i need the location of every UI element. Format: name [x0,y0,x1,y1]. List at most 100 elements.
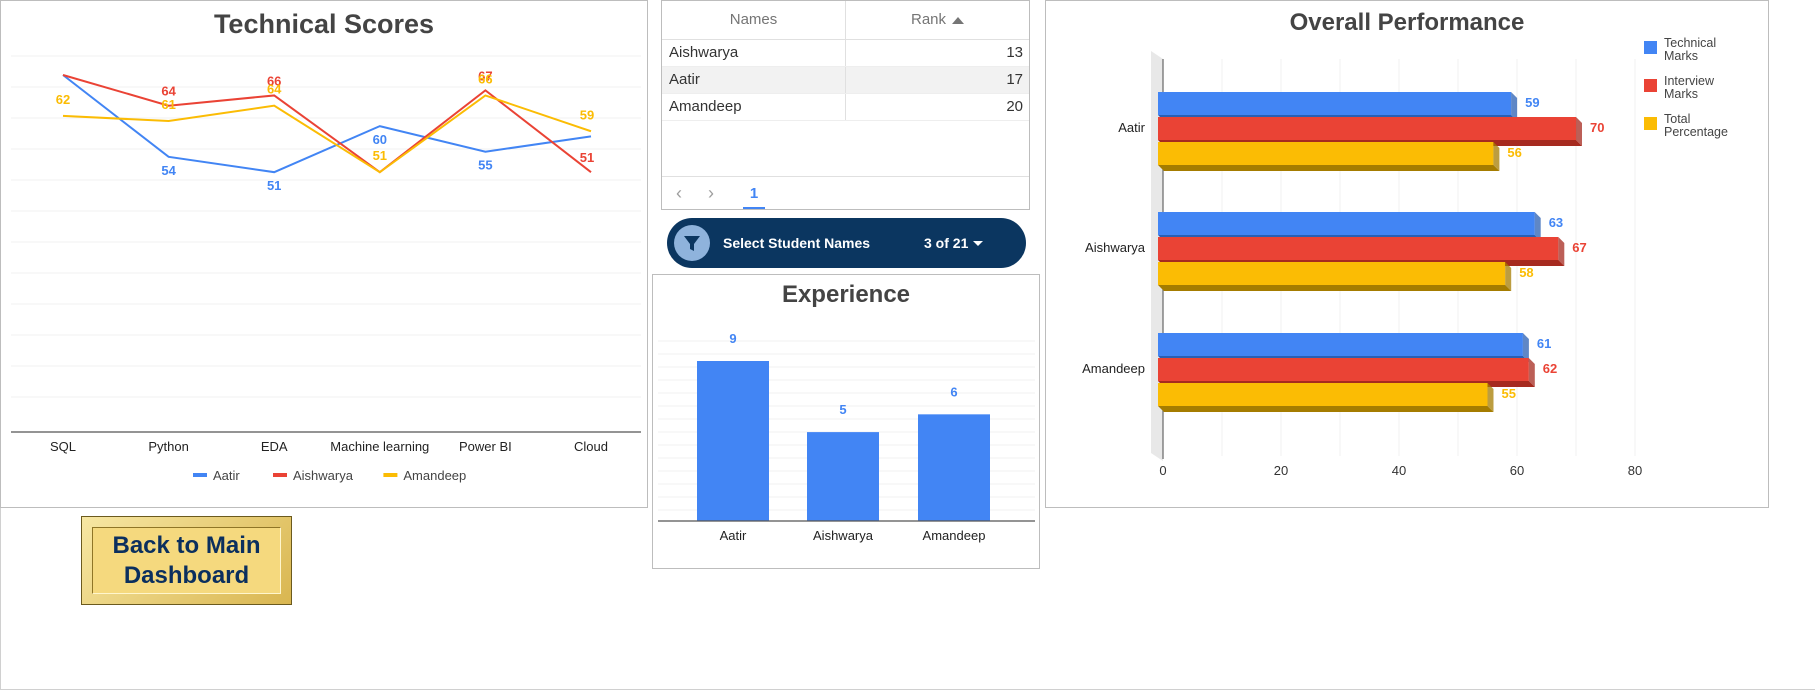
data-label: 64 [267,82,282,97]
y-category-label: Aishwarya [1085,240,1146,255]
current-page-number[interactable]: 1 [743,185,765,209]
back-button-label-line1: Back to Main [112,531,261,559]
x-tick-label: Power BI [459,439,512,454]
legend-swatch-amandeep [383,473,398,477]
chevron-left-icon[interactable]: ‹ [676,183,682,204]
filter-label: Select Student Names [723,235,871,251]
x-tick-label: 0 [1159,463,1166,478]
table-row[interactable]: Aatir 17 [662,66,1029,94]
legend-label-line: Technical [1664,36,1716,50]
legend-label-line: Total [1664,112,1690,126]
x-tick-label: Amandeep [923,528,986,543]
technical-scores-svg: SQL Python EDA Machine learning Power BI Clou… [11,55,641,483]
cell-name: Aishwarya [662,39,846,67]
experience-chart: Experience 9 Aatir 5 Aishwarya 6 Amandeep [652,274,1040,569]
back-button-label: Back to Main Dashboard [112,531,260,591]
legend-label: Amandeep [403,468,466,483]
x-tick-label: 40 [1392,463,1406,478]
data-label: 62 [56,92,70,107]
experience-bar [918,414,990,521]
legend-swatch-aatir [193,473,207,477]
legend-label: Aatir [213,468,240,483]
dropdown-caret-icon [973,241,983,246]
x-tick-label: Aishwarya [813,528,874,543]
overall-performance-chart: Overall Performance 0 20 40 60 80 Aatir 59 70 56… [1045,0,1769,508]
data-label: 59 [580,107,594,122]
bar-technical-marks [1158,333,1523,356]
student-names-filter[interactable]: Select Student Names 3 of 21 [667,218,1026,268]
column-header-rank[interactable]: Rank [845,1,1029,40]
back-to-main-dashboard-button[interactable]: Back to Main Dashboard [81,516,292,605]
column-header-names[interactable]: Names [662,1,846,40]
experience-bar [807,432,879,521]
legend-swatch [1644,117,1657,130]
legend-swatch-aishwarya [273,473,287,477]
bar-value-label: 6 [950,384,957,399]
x-tick-label: EDA [261,439,288,454]
legend-label-line: Percentage [1664,125,1728,139]
bar-total-percentage [1158,262,1506,285]
bar-value-label: 59 [1525,95,1539,110]
x-tick-label: SQL [50,439,76,454]
x-tick-label: 80 [1628,463,1642,478]
series-line-aishwarya [62,74,592,174]
legend-label-line: Marks [1664,87,1698,101]
x-tick-label: Machine learning [330,439,429,454]
bar-shadow [1158,165,1500,171]
bar-shadow [1158,406,1494,412]
series-line-aatir [62,74,592,174]
bar-interview-marks [1158,358,1529,381]
overall-performance-svg: 0 20 40 60 80 Aatir 59 70 56 Aishwarya 63 67 58 Amand… [1082,36,1728,478]
bar-value-label: 9 [729,331,736,346]
bar-total-percentage [1158,383,1488,406]
cell-rank: 17 [845,66,1029,94]
y-category-label: Amandeep [1082,361,1145,376]
bar-value-label: 5 [839,402,846,417]
cell-name: Aatir [662,66,846,94]
bar-interview-marks [1158,117,1576,140]
cell-name: Amandeep [662,93,846,121]
technical-scores-chart: Technical Scores SQL Python EDA Machine lea… [0,0,648,508]
data-label: 66 [478,71,492,86]
filter-icon [674,225,710,261]
data-label: 54 [161,163,176,178]
x-tick-label: 20 [1274,463,1288,478]
experience-svg: 9 Aatir 5 Aishwarya 6 Amandeep [658,331,1035,543]
table-row[interactable]: Amandeep 20 [662,93,1029,121]
data-label: 61 [161,97,175,112]
data-label: 55 [478,158,492,173]
back-button-face: Back to Main Dashboard [92,527,281,594]
data-label: 51 [267,178,281,193]
column-header-rank-label: Rank [910,11,947,29]
bar-value-label: 56 [1507,145,1521,160]
cell-rank: 13 [845,39,1029,67]
back-button-label-line2: Dashboard [123,561,250,589]
legend-label: Aishwarya [293,468,354,483]
legend-swatch [1644,79,1657,92]
legend-swatch [1644,41,1657,54]
bar-value-label: 58 [1519,265,1533,280]
bar-interview-marks [1158,237,1559,260]
x-tick-label: Aatir [720,528,747,543]
bar-value-label: 62 [1543,361,1557,376]
table-row[interactable]: Aishwarya 13 [662,39,1029,67]
cell-rank: 20 [845,93,1029,121]
bar-technical-marks [1158,92,1512,115]
filter-selection-count: 3 of 21 [924,235,969,251]
legend-label-line: Interview [1664,74,1715,88]
bar-value-label: 67 [1572,240,1586,255]
data-label: 60 [373,132,387,147]
experience-bar [697,361,769,521]
bar-technical-marks [1158,212,1535,235]
bar-value-label: 61 [1537,336,1551,351]
bar-total-percentage [1158,142,1494,165]
student-rank-table: Names Rank Aishwarya 13 Aatir 17 Amandee… [661,0,1030,210]
bar-value-label: 55 [1502,386,1516,401]
legend-label-line: Marks [1664,49,1698,63]
table-pager: ‹ › 1 [662,176,1029,210]
table-header-row: Names Rank [662,1,1029,40]
bar-value-label: 63 [1549,215,1563,230]
data-label: 51 [580,150,594,165]
rank-table: Names Rank Aishwarya 13 Aatir 17 Amandee… [662,1,1029,121]
chevron-right-icon[interactable]: › [708,183,714,204]
